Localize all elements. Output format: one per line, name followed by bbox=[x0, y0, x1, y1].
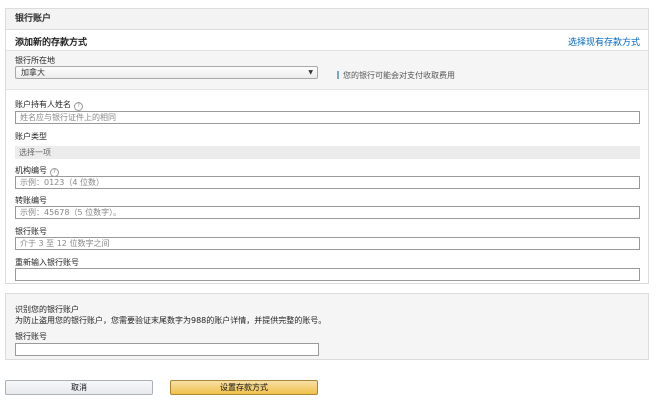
verify-account-input[interactable] bbox=[15, 343, 319, 356]
cancel-button[interactable]: 取消 bbox=[5, 380, 153, 395]
account-type-label: 账户类型 bbox=[15, 132, 47, 141]
transit-label: 转账编号 bbox=[15, 196, 47, 205]
fee-note: 您的银行可能会对支付收取费用 bbox=[337, 70, 455, 81]
country-label: 银行所在地 bbox=[15, 56, 55, 65]
info-bar-icon bbox=[337, 71, 339, 79]
panel-title: 银行账户 bbox=[5, 8, 649, 29]
verify-title: 识别您的银行账户 bbox=[15, 305, 79, 314]
account-number-input[interactable]: 介于 3 至 12 位数字之间 bbox=[15, 237, 640, 250]
account-type-select[interactable]: 选择一项 bbox=[15, 146, 640, 159]
set-deposit-method-button[interactable]: 设置存款方式 bbox=[170, 380, 318, 395]
holder-name-input[interactable]: 姓名应与银行证件上的相同 bbox=[15, 111, 640, 124]
institution-input[interactable]: 示例：0123（4 位数） bbox=[15, 176, 640, 189]
verify-account-label: 银行账号 bbox=[15, 332, 47, 341]
bank-account-form: 添加新的存款方式 选择现有存款方式 银行所在地 加拿大 ▼ 您的银行可能会对支付… bbox=[5, 29, 649, 284]
fee-note-text: 您的银行可能会对支付收取费用 bbox=[343, 71, 455, 80]
account-number-confirm-label: 重新输入银行账号 bbox=[15, 258, 79, 267]
add-method-title: 添加新的存款方式 bbox=[15, 38, 88, 48]
holder-name-label: 账户持有人姓名? bbox=[15, 99, 83, 111]
country-section: 银行所在地 加拿大 ▼ 您的银行可能会对支付收取费用 bbox=[6, 51, 648, 90]
institution-label-text: 机构编号 bbox=[15, 166, 47, 175]
account-number-confirm-input[interactable] bbox=[15, 268, 640, 281]
bank-account-page: 银行账户 添加新的存款方式 选择现有存款方式 银行所在地 加拿大 ▼ 您的银行可… bbox=[0, 0, 658, 404]
verify-panel: 识别您的银行账户 为防止盗用您的银行账户，您需要验证末尾数字为988的账户详情，… bbox=[5, 293, 649, 360]
caret-down-icon: ▼ bbox=[308, 69, 313, 76]
verify-description: 为防止盗用您的银行账户，您需要验证末尾数字为988的账户详情，并提供完整的账号。 bbox=[15, 316, 327, 325]
transit-input[interactable]: 示例：45678（5 位数字）。 bbox=[15, 206, 640, 219]
country-select-value: 加拿大 bbox=[21, 68, 45, 77]
account-number-label: 银行账号 bbox=[15, 227, 47, 236]
country-select[interactable]: 加拿大 ▼ bbox=[15, 66, 318, 79]
choose-existing-link[interactable]: 选择现有存款方式 bbox=[568, 35, 640, 48]
holder-name-label-text: 账户持有人姓名 bbox=[15, 100, 71, 109]
add-method-header: 添加新的存款方式 选择现有存款方式 bbox=[6, 30, 648, 51]
help-icon[interactable]: ? bbox=[74, 102, 83, 111]
